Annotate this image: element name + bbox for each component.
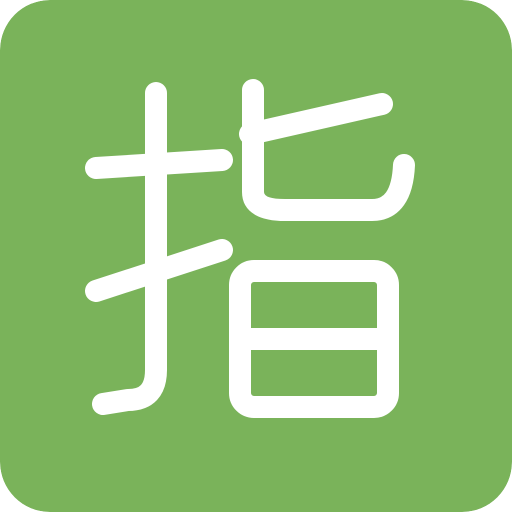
kanji-tile-graphic — [0, 0, 512, 512]
finger-kanji-icon: 指 — [0, 0, 512, 512]
tile-background — [0, 0, 512, 512]
